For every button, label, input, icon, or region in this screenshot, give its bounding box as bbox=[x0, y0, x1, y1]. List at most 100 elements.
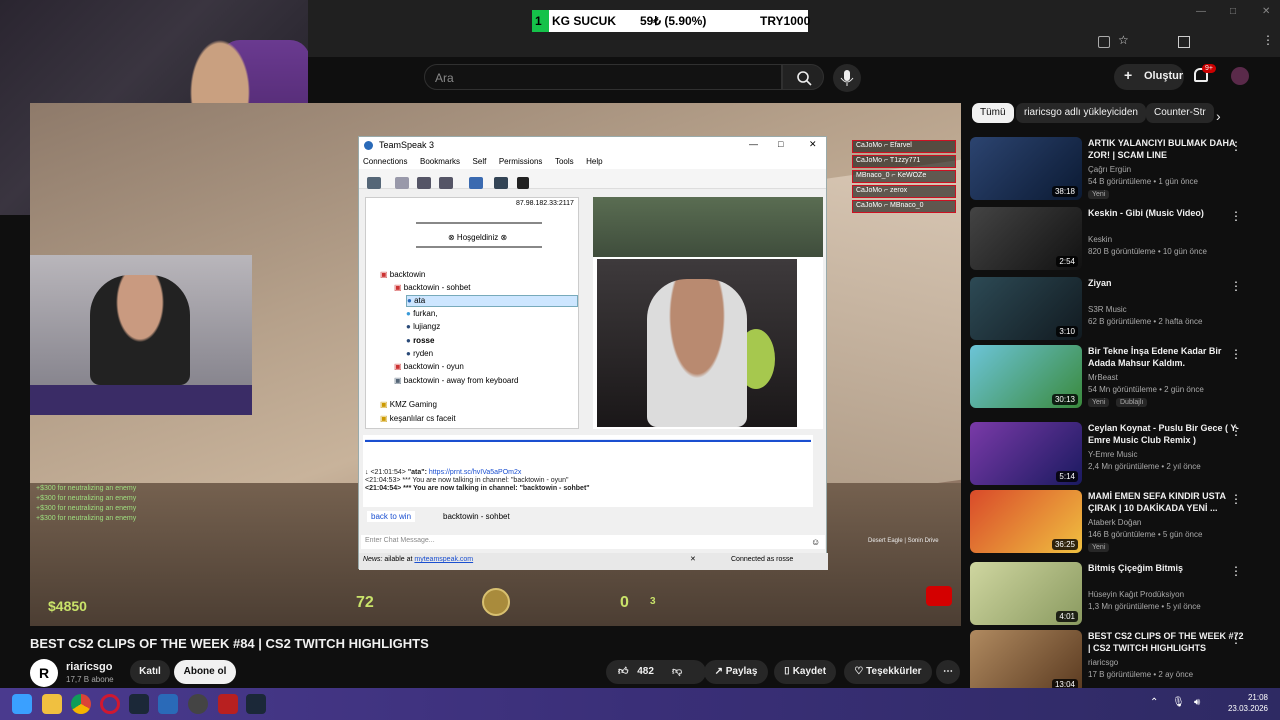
ts-close-icon[interactable]: ✕ bbox=[809, 139, 817, 150]
recommendation-title[interactable]: MAMİ EMEN SEFA KINDIR USTA ÇIRAK | 10 DA… bbox=[1088, 490, 1246, 514]
chips-next-icon[interactable]: › bbox=[1216, 108, 1221, 124]
recommendation-channel[interactable]: Hüseyin Kağıt Prodüksiyon bbox=[1088, 590, 1184, 599]
recommendation-item[interactable]: 2:54 Keskin - Gibi (Music Video) Keskin 820… bbox=[970, 207, 1270, 273]
ts-menu-self[interactable]: Self bbox=[473, 157, 487, 166]
recommendation-title[interactable]: Ceylan Koynat - Puslu Bir Gece ( Y-Emre … bbox=[1088, 422, 1246, 446]
more-options-icon[interactable]: ⋮ bbox=[1230, 424, 1242, 440]
ts-user-ata[interactable]: ● ata bbox=[406, 295, 578, 307]
chip-counter-strike[interactable]: Counter-Str bbox=[1146, 103, 1214, 123]
like-count[interactable]: 482 bbox=[637, 666, 654, 677]
ts-away-icon[interactable] bbox=[469, 177, 483, 189]
taskbar-clock[interactable]: 21:08 23.03.2026 bbox=[1218, 692, 1268, 714]
channel-name[interactable]: riaricsgo bbox=[66, 661, 112, 673]
ts-contacts-icon[interactable] bbox=[494, 177, 508, 189]
obs-icon[interactable] bbox=[188, 694, 208, 714]
recommendation-channel[interactable]: S3R Music bbox=[1088, 305, 1127, 314]
start-icon[interactable] bbox=[12, 694, 32, 714]
ts-emoji-icon[interactable]: ☺ bbox=[811, 537, 820, 547]
ts-channel-oyun[interactable]: ▣ backtowin - oyun bbox=[394, 362, 464, 374]
recommendation-item[interactable]: 36:25 MAMİ EMEN SEFA KINDIR USTA ÇIRAK | … bbox=[970, 490, 1270, 556]
file-explorer-icon[interactable] bbox=[42, 694, 62, 714]
ts-maximize-icon[interactable]: □ bbox=[778, 139, 783, 149]
recommendation-thumbnail[interactable]: 30:13 bbox=[970, 345, 1082, 408]
share-button[interactable]: ↗ Paylaş bbox=[704, 660, 768, 684]
teamspeak-taskbar-icon[interactable] bbox=[158, 694, 178, 714]
tray-chevron-icon[interactable]: ⌃ bbox=[1150, 697, 1158, 708]
more-options-icon[interactable]: ⋮ bbox=[1230, 279, 1242, 295]
ts-disconnect-icon[interactable] bbox=[395, 177, 409, 189]
create-button[interactable]: + Oluştur bbox=[1114, 64, 1184, 90]
recommendation-thumbnail[interactable]: 3:10 bbox=[970, 277, 1082, 340]
ts-user-lujiangz[interactable]: ● lujiangz bbox=[406, 322, 440, 334]
more-options-icon[interactable]: ⋮ bbox=[1230, 347, 1242, 363]
tray-mic-icon[interactable]: 🎙︎ bbox=[1172, 697, 1185, 708]
recommendation-item[interactable]: 5:14 Ceylan Koynat - Puslu Bir Gece ( Y-E… bbox=[970, 422, 1270, 488]
opera-icon[interactable] bbox=[100, 694, 120, 714]
faceit-icon[interactable] bbox=[218, 694, 238, 714]
recommendation-thumbnail[interactable]: 4:01 bbox=[970, 562, 1082, 625]
recommendation-item[interactable]: 30:13 Bir Tekne İnşa Edene Kadar Bir Adad… bbox=[970, 345, 1270, 411]
ts-channel-afk[interactable]: ▣ backtowin - away from keyboard bbox=[394, 376, 519, 388]
ts-menu-bookmarks[interactable]: Bookmarks bbox=[420, 157, 460, 166]
dislike-icon[interactable]: 👎︎ bbox=[672, 660, 682, 684]
ts-news-close-icon[interactable]: ✕ bbox=[690, 555, 696, 563]
recommendation-channel[interactable]: Ataberk Doğan bbox=[1088, 518, 1141, 527]
chrome-icon[interactable] bbox=[71, 694, 91, 714]
ts-chat-link[interactable]: https://prnt.sc/hvIVa5aPOm2x bbox=[429, 469, 521, 476]
bookmark-star-icon[interactable]: ☆ bbox=[1118, 33, 1129, 47]
browser-menu-icon[interactable]: ⋮ bbox=[1262, 33, 1274, 47]
window-close-icon[interactable]: ✕ bbox=[1262, 6, 1270, 17]
recommendation-channel[interactable]: MrBeast bbox=[1088, 373, 1118, 382]
ts-user-rosse[interactable]: ● rosse bbox=[406, 336, 434, 348]
recommendation-title[interactable]: Bir Tekne İnşa Edene Kadar Bir Adada Mah… bbox=[1088, 345, 1246, 369]
window-minimize-icon[interactable]: — bbox=[1196, 6, 1206, 17]
ts-menu-tools[interactable]: Tools bbox=[555, 157, 574, 166]
cast-icon[interactable] bbox=[1098, 36, 1110, 48]
ts-minimize-icon[interactable]: — bbox=[749, 139, 758, 149]
recommendation-title[interactable]: Keskin - Gibi (Music Video) bbox=[1088, 207, 1246, 219]
more-actions-icon[interactable]: ⋯ bbox=[936, 660, 960, 684]
recommendation-title[interactable]: ARTIK YALANCIYI BULMAK DAHA ZOR! | SCAM … bbox=[1088, 137, 1246, 161]
ts-chat-input[interactable]: Enter Chat Message... bbox=[361, 535, 825, 549]
recommendation-item[interactable]: 4:01 Bitmiş Çiçeğim Bitmiş Hüseyin Kağıt P… bbox=[970, 562, 1270, 628]
ts-channel-kesanlilar[interactable]: ▣ keşanlılar cs faceit bbox=[380, 414, 456, 426]
thanks-button[interactable]: ♡ Teşekkürler bbox=[844, 660, 932, 684]
voice-search-button[interactable] bbox=[833, 64, 861, 92]
steam-alt-icon[interactable] bbox=[246, 694, 266, 714]
account-avatar[interactable] bbox=[1231, 67, 1249, 85]
steam-icon[interactable] bbox=[129, 694, 149, 714]
search-button[interactable] bbox=[782, 64, 824, 90]
ts-menu-help[interactable]: Help bbox=[586, 157, 602, 166]
search-input[interactable]: Ara bbox=[424, 64, 782, 90]
ts-mute-speaker-icon[interactable] bbox=[439, 177, 453, 189]
ts-user-ryden[interactable]: ● ryden bbox=[406, 349, 433, 361]
recommendation-thumbnail[interactable]: 5:14 bbox=[970, 422, 1082, 485]
recommendation-title[interactable]: Bitmiş Çiçeğim Bitmiş bbox=[1088, 562, 1246, 574]
tray-volume-icon[interactable]: 🔊︎ bbox=[1194, 697, 1200, 708]
subscribe-button[interactable]: Abone ol bbox=[174, 660, 236, 684]
recommendation-channel[interactable]: riaricsgo bbox=[1088, 658, 1118, 667]
ts-chat-link-block[interactable]: ▬▬▬▬▬▬▬▬▬▬▬▬▬▬▬▬▬▬▬▬▬▬▬▬▬▬▬▬▬▬▬▬▬▬▬▬▬▬▬▬… bbox=[365, 437, 811, 469]
more-options-icon[interactable]: ⋮ bbox=[1230, 209, 1242, 225]
ts-menu-connections[interactable]: Connections bbox=[363, 157, 407, 166]
channel-avatar[interactable]: R bbox=[30, 659, 58, 687]
ts-channel-kmz[interactable]: ▣ KMZ Gaming bbox=[380, 400, 437, 412]
window-restore-icon[interactable]: □ bbox=[1230, 6, 1236, 17]
recommendation-title[interactable]: BEST CS2 CLIPS OF THE WEEK #72 | CS2 TWI… bbox=[1088, 630, 1246, 654]
recommendation-thumbnail[interactable]: 36:25 bbox=[970, 490, 1082, 553]
ts-server-node[interactable]: ▣ backtowin bbox=[380, 270, 425, 282]
join-button[interactable]: Katıl bbox=[130, 660, 170, 684]
ts-connect-icon[interactable] bbox=[367, 177, 381, 189]
recommendation-thumbnail[interactable]: 2:54 bbox=[970, 207, 1082, 270]
more-options-icon[interactable]: ⋮ bbox=[1230, 632, 1242, 648]
like-icon[interactable]: 👍︎ bbox=[618, 666, 628, 677]
more-options-icon[interactable]: ⋮ bbox=[1230, 564, 1242, 580]
ts-tab-server[interactable]: back to win bbox=[367, 511, 416, 522]
ts-menu-permissions[interactable]: Permissions bbox=[499, 157, 543, 166]
recommendation-item[interactable]: 38:18 ARTIK YALANCIYI BULMAK DAHA ZOR! | … bbox=[970, 137, 1270, 203]
extensions-icon[interactable] bbox=[1178, 36, 1190, 48]
recommendation-title[interactable]: Ziyan bbox=[1088, 277, 1246, 289]
recommendation-channel[interactable]: Keskin bbox=[1088, 235, 1112, 244]
more-options-icon[interactable]: ⋮ bbox=[1230, 139, 1242, 155]
chip-all[interactable]: Tümü bbox=[972, 103, 1014, 123]
